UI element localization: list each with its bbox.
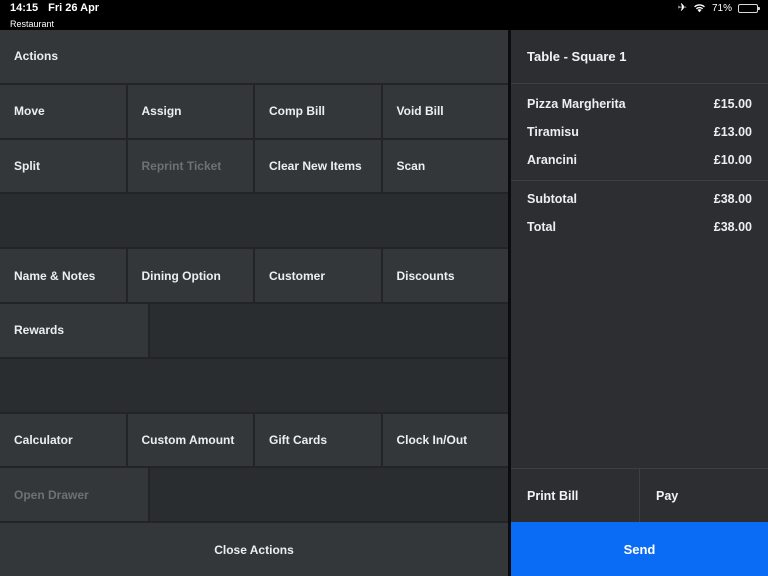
airplane-mode-icon: ✈ xyxy=(678,3,687,14)
move-button[interactable]: Move xyxy=(0,85,126,138)
battery-icon xyxy=(738,4,758,13)
reprint-ticket-button: Reprint Ticket xyxy=(128,140,254,193)
discounts-button[interactable]: Discounts xyxy=(383,249,509,302)
app-label: Restaurant xyxy=(10,19,758,29)
close-actions-button[interactable]: Close Actions xyxy=(0,523,508,576)
subtotal-value: £38.00 xyxy=(714,192,752,206)
item-price: £13.00 xyxy=(714,125,752,139)
scan-button[interactable]: Scan xyxy=(383,140,509,193)
battery-percent: 71% xyxy=(712,3,732,14)
line-item[interactable]: Pizza Margherita £15.00 xyxy=(511,90,768,118)
subtotal-label: Subtotal xyxy=(527,192,577,206)
send-button[interactable]: Send xyxy=(511,522,768,576)
subtotal-row: Subtotal £38.00 xyxy=(511,185,768,213)
ticket-panel: Table - Square 1 Pizza Margherita £15.00… xyxy=(511,30,768,576)
ticket-actions: Print Bill Pay xyxy=(511,468,768,522)
rewards-button[interactable]: Rewards xyxy=(0,304,148,357)
split-button[interactable]: Split xyxy=(0,140,126,193)
main-area: Actions Move Assign Comp Bill Void Bill … xyxy=(0,30,768,576)
total-value: £38.00 xyxy=(714,220,752,234)
item-name: Tiramisu xyxy=(527,125,579,139)
clock-in-out-button[interactable]: Clock In/Out xyxy=(383,414,509,467)
custom-amount-button[interactable]: Custom Amount xyxy=(128,414,254,467)
ticket-body: Pizza Margherita £15.00 Tiramisu £13.00 … xyxy=(511,84,768,468)
open-drawer-button: Open Drawer xyxy=(0,468,148,521)
line-item[interactable]: Tiramisu £13.00 xyxy=(511,118,768,146)
wifi-icon xyxy=(693,3,706,13)
total-row: Total £38.00 xyxy=(511,213,768,241)
empty-row xyxy=(0,359,508,412)
void-bill-button[interactable]: Void Bill xyxy=(383,85,509,138)
item-name: Arancini xyxy=(527,153,577,167)
total-label: Total xyxy=(527,220,556,234)
empty-cell xyxy=(150,468,509,521)
item-price: £10.00 xyxy=(714,153,752,167)
status-bar: 14:15 Fri 26 Apr ✈ 71% Restaurant xyxy=(0,0,768,30)
gift-cards-button[interactable]: Gift Cards xyxy=(255,414,381,467)
ticket-title: Table - Square 1 xyxy=(511,30,768,84)
empty-cell xyxy=(150,304,509,357)
item-name: Pizza Margherita xyxy=(527,97,626,111)
customer-button[interactable]: Customer xyxy=(255,249,381,302)
actions-panel: Actions Move Assign Comp Bill Void Bill … xyxy=(0,30,511,576)
clock-time: 14:15 xyxy=(10,2,38,14)
print-bill-button[interactable]: Print Bill xyxy=(511,469,639,522)
line-item[interactable]: Arancini £10.00 xyxy=(511,146,768,174)
item-price: £15.00 xyxy=(714,97,752,111)
empty-row xyxy=(0,194,508,247)
comp-bill-button[interactable]: Comp Bill xyxy=(255,85,381,138)
calculator-button[interactable]: Calculator xyxy=(0,414,126,467)
name-notes-button[interactable]: Name & Notes xyxy=(0,249,126,302)
clock-date: Fri 26 Apr xyxy=(48,2,99,14)
pay-button[interactable]: Pay xyxy=(639,469,768,522)
totals-section: Subtotal £38.00 Total £38.00 xyxy=(511,180,768,241)
assign-button[interactable]: Assign xyxy=(128,85,254,138)
clear-new-items-button[interactable]: Clear New Items xyxy=(255,140,381,193)
dining-option-button[interactable]: Dining Option xyxy=(128,249,254,302)
actions-panel-title: Actions xyxy=(0,30,508,83)
